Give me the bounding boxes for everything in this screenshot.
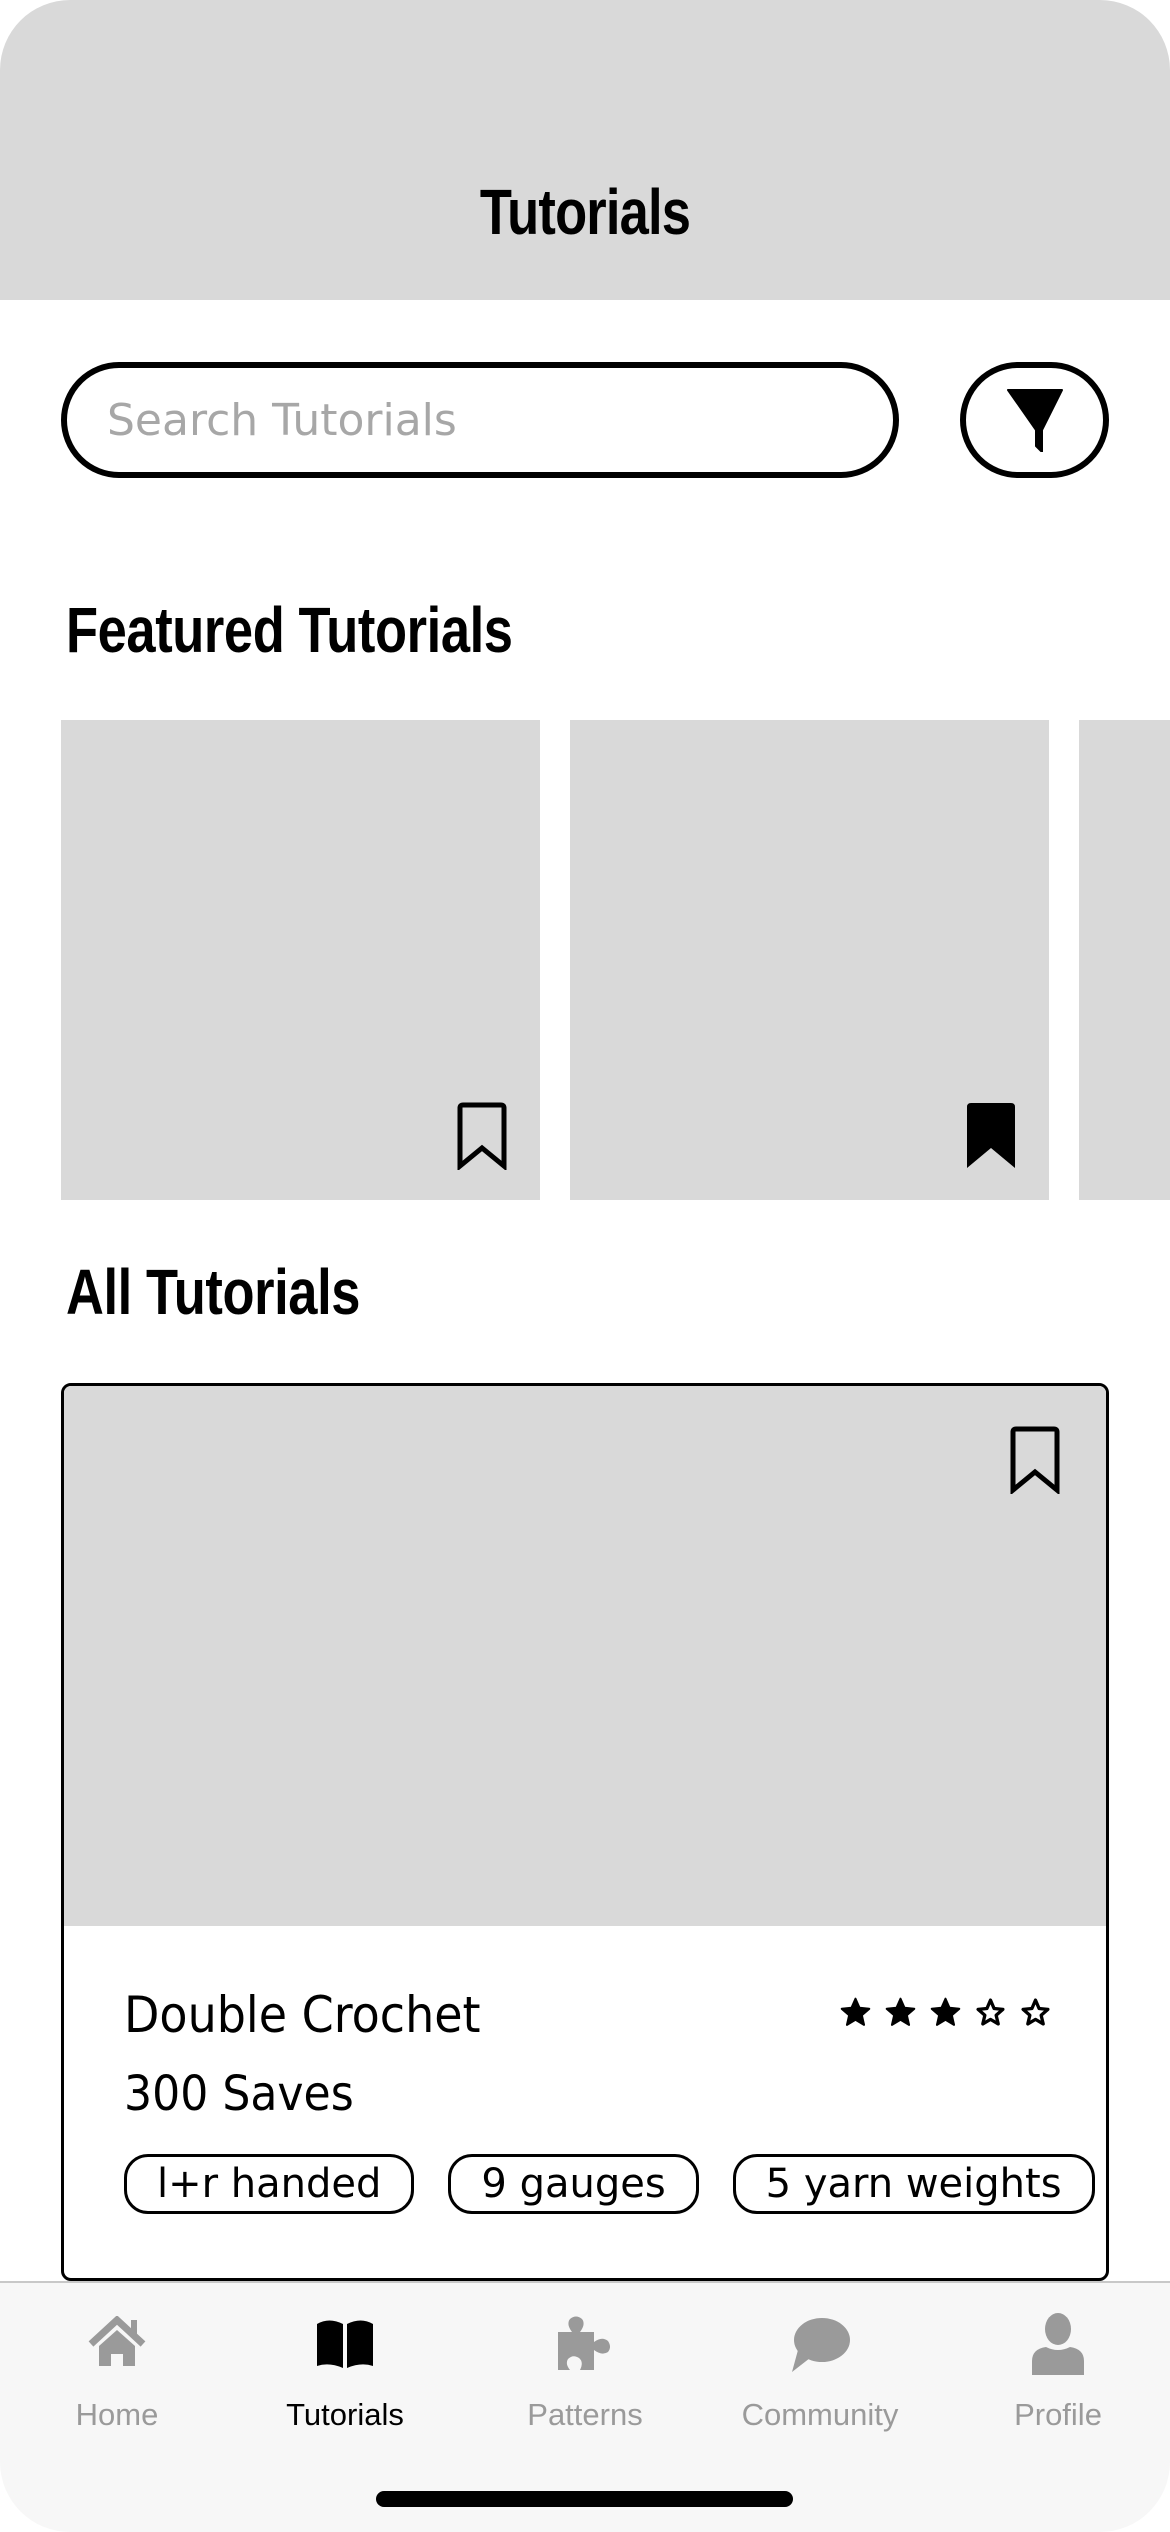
tab-label: Profile [1014,2397,1102,2432]
person-icon [1032,2313,1084,2375]
tab-label: Community [741,2397,899,2432]
save-count: 300 Saves [124,2066,354,2122]
filter-button[interactable] [960,362,1109,478]
star-outline-icon [1021,1998,1050,2026]
home-icon [88,2316,146,2366]
featured-section-title: Featured Tutorials [66,594,513,666]
bookmark-filled-icon[interactable] [965,1102,1017,1170]
tab-community[interactable]: Community [703,2283,937,2433]
search-bar[interactable] [61,362,899,478]
all-section-title: All Tutorials [66,1256,361,1328]
page-title: Tutorials [479,176,691,248]
featured-card[interactable] [570,720,1049,1200]
star-outline-icon [976,1998,1005,2026]
tutorial-name: Double Crochet [124,1986,481,2044]
tab-label: Tutorials [286,2397,404,2432]
chat-bubble-icon [792,2318,850,2372]
tag-gauges[interactable]: 9 gauges [448,2154,699,2214]
header: Tutorials [0,0,1170,300]
tag-yarn-weights[interactable]: 5 yarn weights [732,2154,1095,2214]
tab-label: Patterns [527,2397,643,2432]
featured-card[interactable] [61,720,540,1200]
bookmark-outline-icon[interactable] [1009,1426,1061,1494]
featured-carousel[interactable] [0,720,1170,1200]
star-filled-icon [840,1997,871,2026]
star-rating [839,1996,1052,2029]
star-filled-icon [930,1997,961,2026]
tab-tutorials[interactable]: Tutorials [228,2283,462,2433]
home-indicator[interactable] [376,2491,793,2507]
featured-card[interactable] [1079,720,1170,1200]
tab-profile[interactable]: Profile [941,2283,1170,2433]
bookmark-outline-icon[interactable] [456,1102,508,1170]
puzzle-icon [558,2316,610,2370]
tag-handedness[interactable]: l+r handed [124,2154,415,2214]
search-input[interactable] [107,390,847,450]
tab-label: Home [75,2397,159,2432]
screen: Tutorials Featured Tutorials All Tutoria… [0,0,1170,2532]
tab-patterns[interactable]: Patterns [468,2283,702,2433]
tutorial-card[interactable]: Double Crochet 300 Saves l+r handed 9 ga… [61,1383,1109,2281]
tag-list: l+r handed 9 gauges 5 yarn weights [124,2154,1095,2214]
tab-home[interactable]: Home [0,2283,234,2433]
filter-icon [1006,389,1063,452]
star-filled-icon [885,1997,916,2026]
book-icon [317,2320,373,2368]
tutorial-image [64,1386,1106,1926]
